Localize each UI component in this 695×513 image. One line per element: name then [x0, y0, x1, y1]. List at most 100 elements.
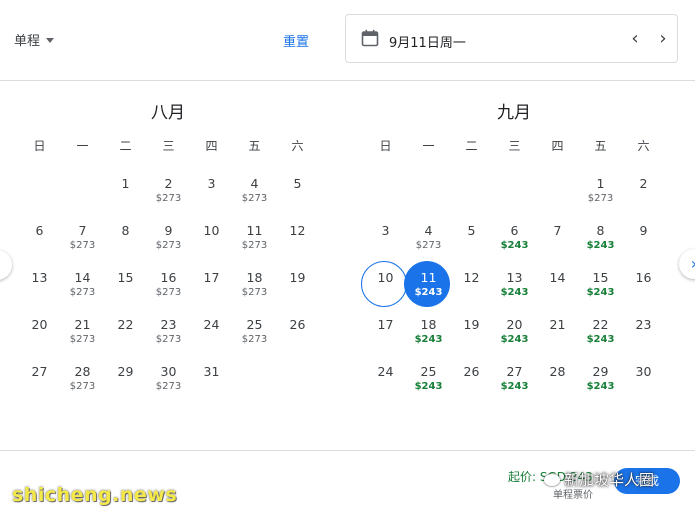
day-cell[interactable]: 10 — [190, 217, 233, 261]
day-cell[interactable]: 7 $273 — [61, 217, 104, 261]
day-cell[interactable]: 14 $273 — [61, 264, 104, 308]
day-cell[interactable]: 9 $273 — [147, 217, 190, 261]
weekday-label: 四 — [551, 139, 564, 153]
weekday-label: 三 — [162, 139, 175, 153]
day-cell[interactable]: 5 — [450, 217, 493, 261]
day-cell[interactable]: 19 — [450, 311, 493, 355]
day-price: $273 — [587, 193, 614, 204]
day-cell[interactable]: 16 $273 — [147, 264, 190, 308]
day-number: 8 — [121, 223, 130, 238]
calendar-icon — [361, 29, 379, 47]
day-cell[interactable]: 28 $273 — [61, 358, 104, 402]
day-cell[interactable]: 26 — [450, 358, 493, 402]
day-cell[interactable]: 24 — [364, 358, 407, 402]
day-price: $243 — [414, 381, 443, 392]
day-cell[interactable]: 22 $243 — [579, 311, 622, 355]
day-cell[interactable]: 19 — [276, 264, 319, 308]
day-cell[interactable]: 5 — [276, 170, 319, 214]
day-cell[interactable]: 22 — [104, 311, 147, 355]
day-cell[interactable]: 20 — [18, 311, 61, 355]
day-cell[interactable]: 10 — [361, 261, 407, 308]
day-cell[interactable]: 31 — [190, 358, 233, 402]
day-number: 29 — [592, 364, 609, 379]
day-cell[interactable]: 25 $273 — [233, 311, 276, 355]
day-cell[interactable]: 8 — [104, 217, 147, 261]
day-cell[interactable]: 29 — [104, 358, 147, 402]
weekday-label: 一 — [422, 139, 435, 153]
day-cell[interactable]: 3 — [364, 217, 407, 261]
day-cell[interactable]: 18 $273 — [233, 264, 276, 308]
day-price: $273 — [241, 334, 268, 345]
day-price: $243 — [500, 334, 529, 345]
day-cell[interactable]: 2 $273 — [147, 170, 190, 214]
day-cell[interactable]: 23 $273 — [147, 311, 190, 355]
day-cell[interactable]: 21 — [536, 311, 579, 355]
day-cell[interactable]: 2 — [622, 170, 665, 214]
day-number: 16 — [160, 270, 177, 285]
day-cell[interactable]: 15 — [104, 264, 147, 308]
day-cell[interactable]: 16 — [622, 264, 665, 308]
day-cell[interactable]: 1 $273 — [579, 170, 622, 214]
day-number: 22 — [117, 317, 134, 332]
day-number: 21 — [74, 317, 91, 332]
date-field[interactable]: 9月11日周一 ‹ › — [345, 14, 678, 63]
day-cell[interactable]: 15 $243 — [579, 264, 622, 308]
day-number: 25 — [420, 364, 437, 379]
day-cell[interactable]: 25 $243 — [407, 358, 450, 402]
chevron-left-icon[interactable]: ‹ — [624, 28, 646, 50]
day-number: 15 — [117, 270, 134, 285]
day-cell[interactable]: 29 $243 — [579, 358, 622, 402]
day-price: $273 — [241, 240, 268, 251]
weekday-label: 日 — [33, 139, 46, 153]
day-cell[interactable]: 3 — [190, 170, 233, 214]
day-cell[interactable]: 7 — [536, 217, 579, 261]
day-cell[interactable]: 12 — [276, 217, 319, 261]
prev-month-button[interactable]: ‹ — [0, 250, 12, 280]
day-number: 6 — [35, 223, 44, 238]
day-number: 1 — [596, 176, 605, 191]
day-cell[interactable]: 4 $273 — [233, 170, 276, 214]
day-price: $243 — [586, 240, 615, 251]
top-bar: 单程 重置 9月11日周一 ‹ › — [0, 0, 695, 81]
day-cell[interactable]: 21 $273 — [61, 311, 104, 355]
day-cell[interactable]: 9 — [622, 217, 665, 261]
selected-day-cell[interactable]: 11 $243 — [404, 261, 450, 308]
day-cell[interactable]: 23 — [622, 311, 665, 355]
day-number: 24 — [377, 364, 394, 379]
day-price: $243 — [586, 287, 615, 298]
day-price: $243 — [500, 381, 529, 392]
day-cell[interactable]: 13 $243 — [493, 264, 536, 308]
day-number: 17 — [203, 270, 220, 285]
weekday-label: 五 — [248, 139, 261, 153]
day-price: $243 — [500, 287, 529, 298]
day-cell[interactable]: 6 — [18, 217, 61, 261]
day-cell[interactable]: 6 $243 — [493, 217, 536, 261]
trip-type-dropdown[interactable]: 单程 — [14, 30, 55, 49]
day-number: 11 — [420, 270, 437, 285]
day-cell[interactable]: 4 $273 — [407, 217, 450, 261]
reset-button[interactable]: 重置 — [283, 31, 309, 50]
day-cell[interactable]: 30 — [622, 358, 665, 402]
day-cell[interactable]: 24 — [190, 311, 233, 355]
day-cell[interactable]: 20 $243 — [493, 311, 536, 355]
day-cell[interactable]: 17 — [190, 264, 233, 308]
day-cell[interactable]: 8 $243 — [579, 217, 622, 261]
day-cell[interactable]: 18 $243 — [407, 311, 450, 355]
day-cell[interactable]: 17 — [364, 311, 407, 355]
chevron-right-icon[interactable]: › — [652, 28, 674, 50]
day-cell[interactable]: 30 $273 — [147, 358, 190, 402]
day-cell[interactable]: 13 — [18, 264, 61, 308]
day-cell[interactable]: 28 — [536, 358, 579, 402]
day-cell[interactable]: 14 — [536, 264, 579, 308]
outline-ring — [361, 261, 407, 307]
day-price: $273 — [241, 193, 268, 204]
day-number: 23 — [160, 317, 177, 332]
day-number: 26 — [463, 364, 480, 379]
day-cell[interactable]: 27 — [18, 358, 61, 402]
day-cell[interactable]: 27 $243 — [493, 358, 536, 402]
day-cell[interactable]: 26 — [276, 311, 319, 355]
day-cell[interactable]: 1 — [104, 170, 147, 214]
day-cell[interactable]: 12 — [450, 264, 493, 308]
next-month-button[interactable]: › — [679, 249, 695, 279]
day-cell[interactable]: 11 $273 — [233, 217, 276, 261]
